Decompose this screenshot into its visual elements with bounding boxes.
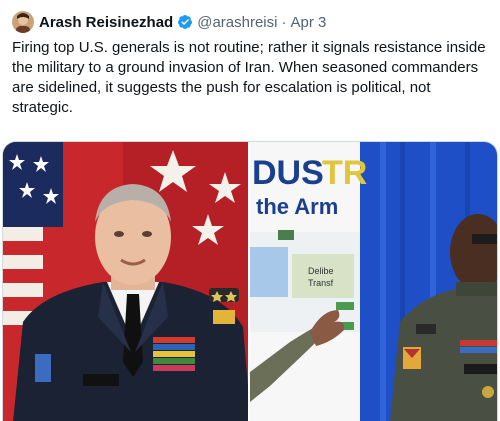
- banner-text-3: the Arm: [256, 194, 338, 219]
- banner-text-2: TR: [322, 154, 367, 192]
- banner-text-1: DUS: [252, 154, 324, 192]
- screen-text-2: Transf: [308, 278, 334, 288]
- author-handle[interactable]: @arashreisi: [197, 14, 277, 31]
- author-display-name[interactable]: Arash Reisinezhad: [39, 14, 173, 31]
- tweet-text: Firing top U.S. generals is not routine;…: [12, 38, 490, 158]
- verified-badge-icon: [177, 14, 193, 30]
- tweet-card[interactable]: Arash Reisinezhad @arashreisi · Apr 3 Fi…: [0, 0, 500, 421]
- media-grid: DUS TR the Arm Delibe Transf: [2, 141, 498, 421]
- tweet-date[interactable]: Apr 3: [290, 14, 326, 31]
- separator-dot: ·: [281, 13, 287, 31]
- screen-text-1: Delibe: [308, 266, 334, 276]
- tweet-paragraph-1: Firing top U.S. generals is not routine;…: [12, 39, 486, 116]
- author-avatar[interactable]: [12, 11, 34, 33]
- tweet-header: Arash Reisinezhad @arashreisi · Apr 3: [12, 10, 326, 34]
- media-photo-right[interactable]: DUS TR the Arm Delibe Transf: [250, 142, 497, 421]
- media-photo-left[interactable]: [3, 142, 250, 421]
